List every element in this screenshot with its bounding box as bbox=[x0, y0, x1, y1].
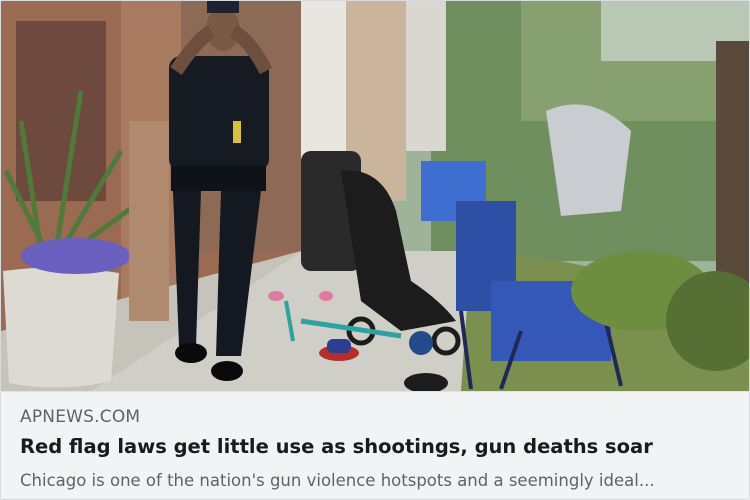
headline[interactable]: Red flag laws get little use as shooting… bbox=[20, 435, 653, 458]
link-preview-card[interactable]: APNEWS.COM Red flag laws get little use … bbox=[0, 0, 750, 500]
source-domain: APNEWS.COM bbox=[20, 407, 141, 427]
preview-meta[interactable]: APNEWS.COM Red flag laws get little use … bbox=[1, 391, 749, 499]
preview-image[interactable] bbox=[1, 1, 749, 391]
description: Chicago is one of the nation's gun viole… bbox=[20, 471, 655, 490]
